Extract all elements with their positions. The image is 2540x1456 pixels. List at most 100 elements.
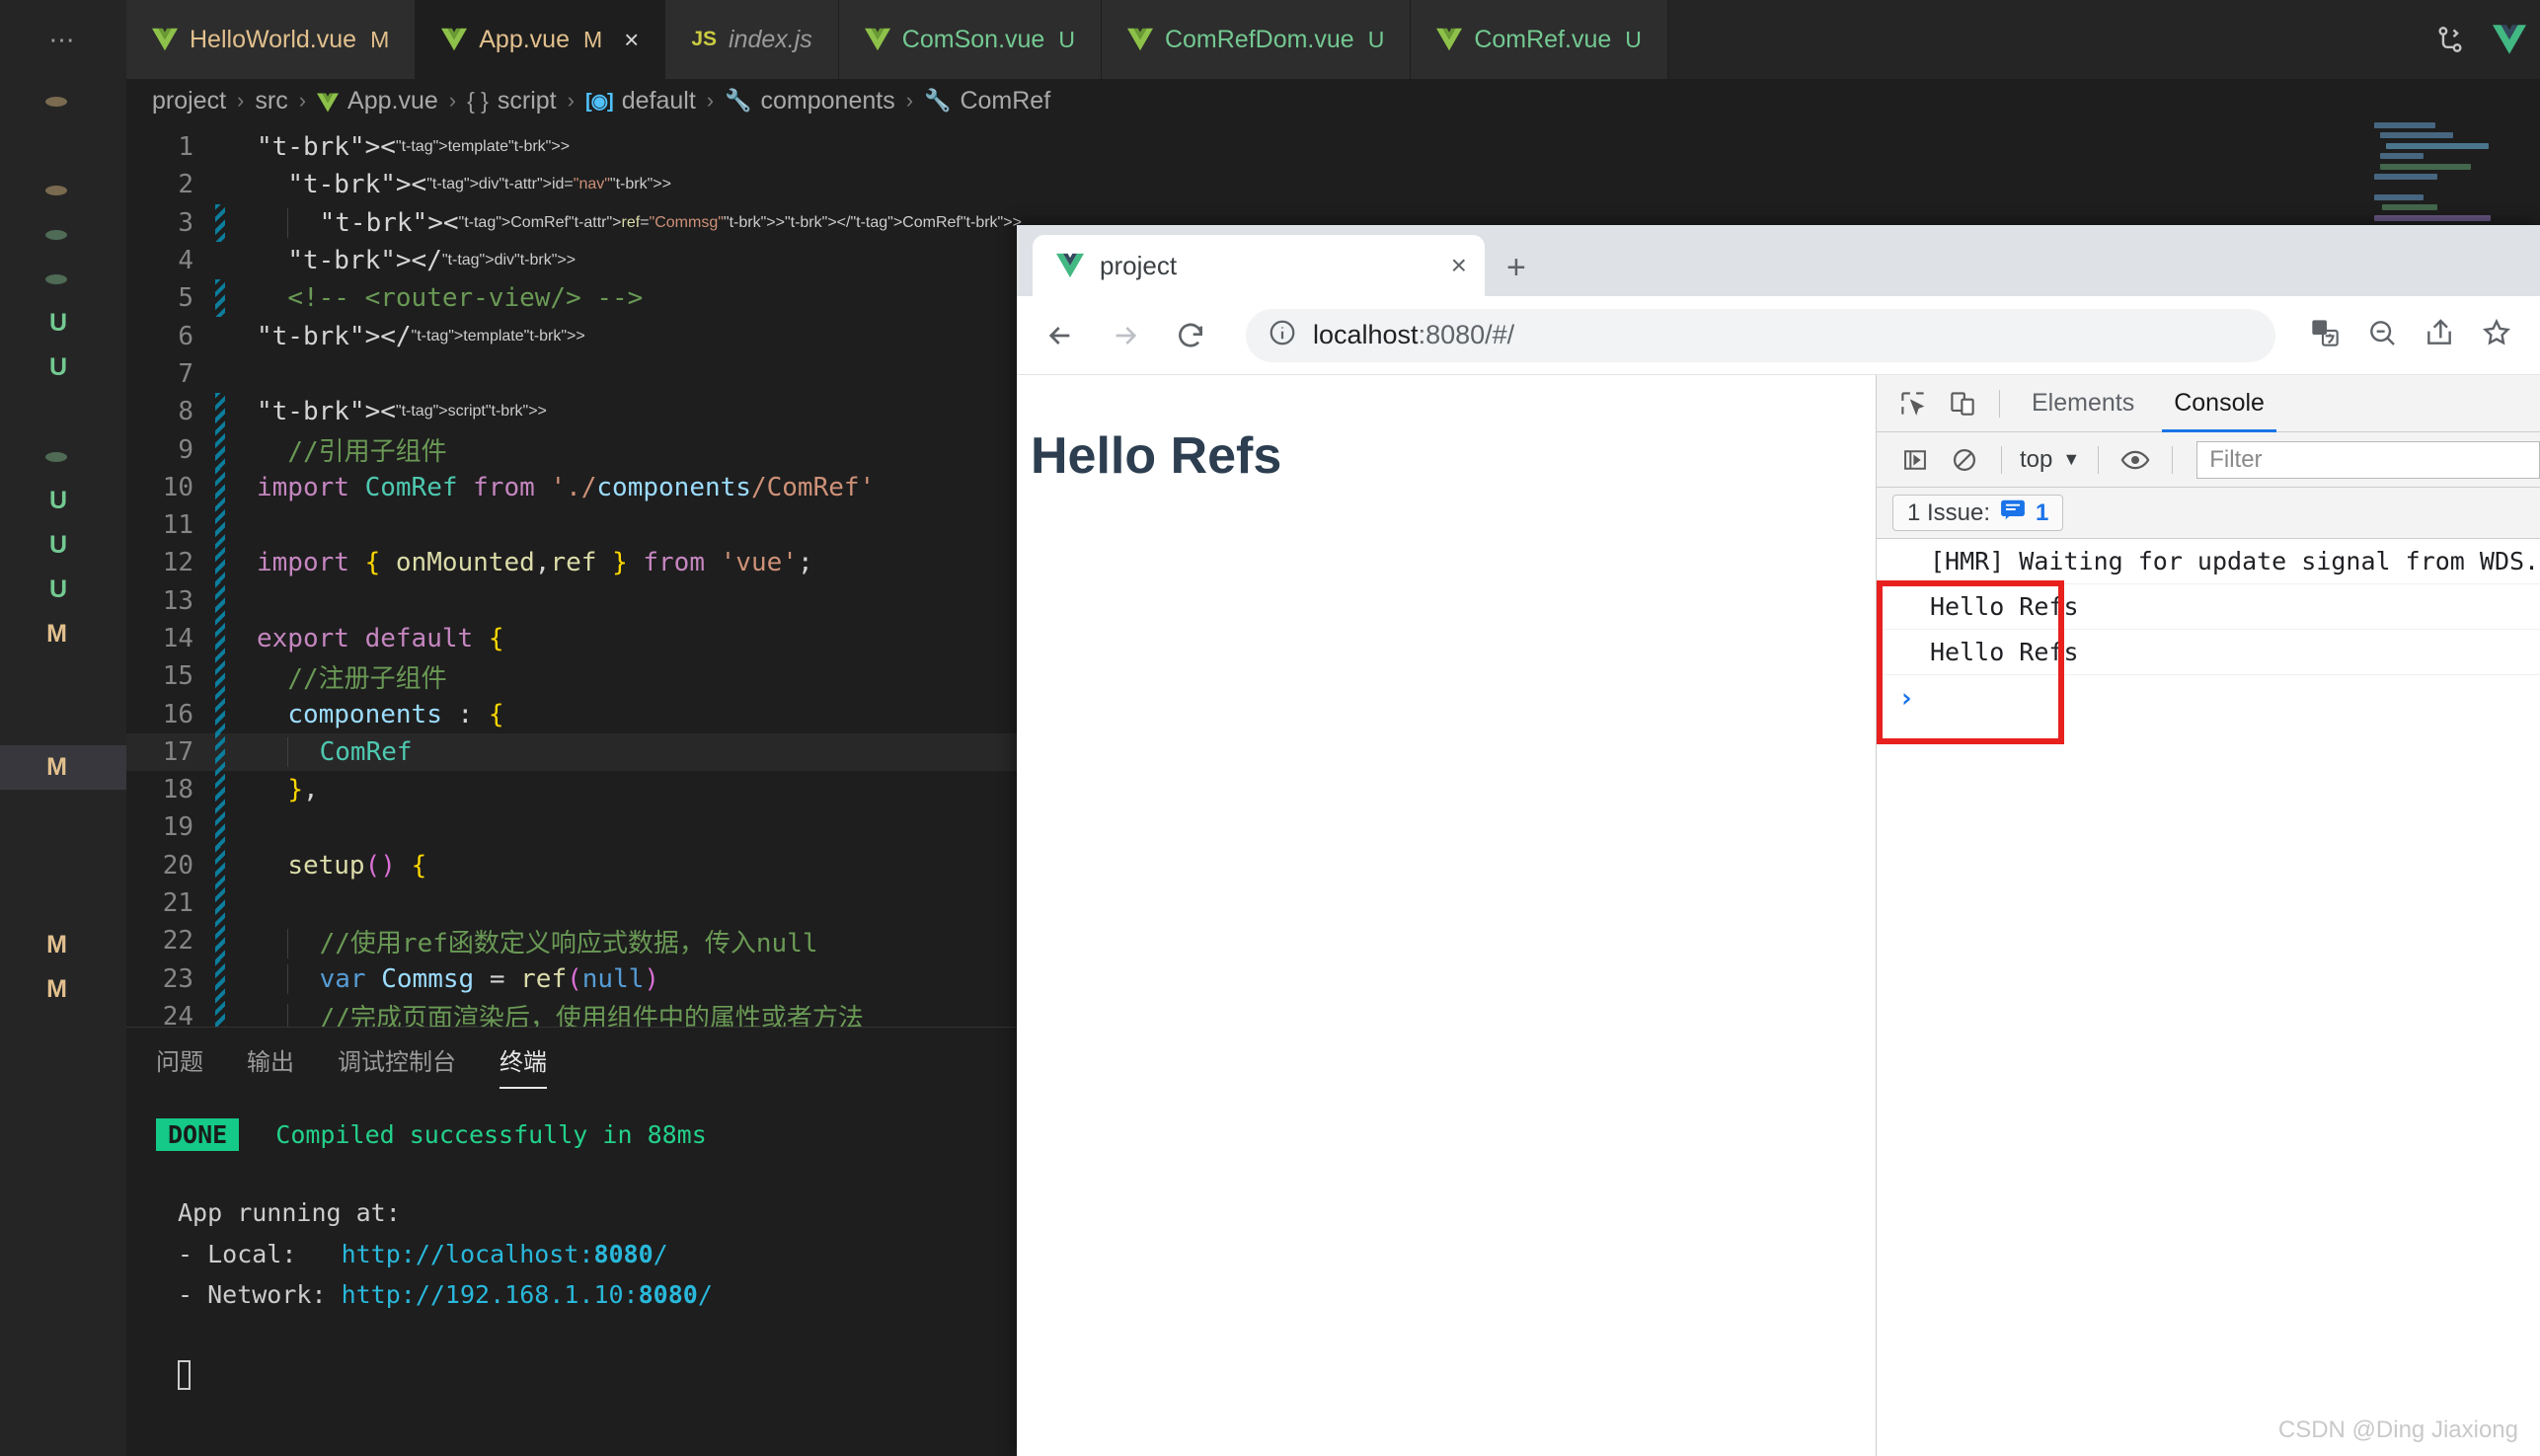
panel-tab-问题[interactable]: 问题 [156, 1042, 203, 1089]
code-line[interactable]: 1"t-brk"><"t-tag">template"t-brk">> [126, 128, 2540, 166]
live-expression-icon[interactable] [2111, 437, 2160, 483]
explorer-row[interactable] [0, 879, 126, 923]
devtools-tab-console[interactable]: Console [2154, 375, 2284, 432]
editor-tab-comrefdom-vue[interactable]: ComRefDom.vueU [1102, 0, 1411, 79]
explorer-row[interactable] [0, 790, 126, 834]
info-icon[interactable] [1268, 318, 1297, 352]
editor-tab-comson-vue[interactable]: ComSon.vueU [839, 0, 1102, 79]
explorer-row[interactable]: U [0, 479, 126, 523]
issues-chip[interactable]: 1 Issue: 1 [1892, 495, 2063, 531]
explorer-row[interactable]: U [0, 568, 126, 612]
back-arrow-icon[interactable] [1039, 314, 1082, 357]
editor-tab-app-vue[interactable]: App.vueM× [416, 0, 665, 79]
breadcrumb-item-default[interactable]: [◉]default [585, 87, 696, 115]
change-indicator [215, 922, 225, 959]
devtools-tabbar: ElementsConsole [1877, 375, 2540, 432]
console-context-selector[interactable]: top ▼ [2014, 446, 2086, 474]
change-indicator [215, 317, 225, 354]
explorer-row[interactable]: U [0, 345, 126, 390]
console-output[interactable]: [HMR] Waiting for update signal from WDS… [1877, 539, 2540, 1456]
breadcrumb-item-project[interactable]: project [152, 87, 226, 115]
terminal-network-label: - Network: [178, 1280, 327, 1309]
devtools-tab-elements[interactable]: Elements [2012, 375, 2154, 432]
breadcrumb-item-comref[interactable]: 🔧ComRef [924, 87, 1050, 115]
address-bar[interactable]: localhost:8080/#/ [1246, 309, 2275, 362]
explorer-row[interactable] [0, 656, 126, 701]
code-line[interactable]: 2 "t-brk"><"t-tag">div "t-attr">id="nav"… [126, 166, 2540, 203]
inspect-element-icon[interactable] [1888, 381, 1938, 426]
bottom-panel: 问题输出调试控制台终端 DONE Compiled successfully i… [126, 1027, 1017, 1456]
devtools-panel: ElementsConsole top ▼ [1876, 375, 2540, 1456]
editor-tab-comref-vue[interactable]: ComRef.vueU [1411, 0, 1668, 79]
breadcrumb-label: default [622, 87, 696, 115]
explorer-row[interactable] [0, 168, 126, 212]
breadcrumb-item-script[interactable]: { }script [467, 87, 557, 115]
editor-tab-index-js[interactable]: JSindex.js [665, 0, 838, 79]
divider [2001, 446, 2002, 474]
change-indicator [215, 204, 225, 242]
translate-icon[interactable]: G [2309, 317, 2341, 353]
breadcrumb-item-app-vue[interactable]: App.vue [317, 87, 438, 115]
explorer-sidebar-gutter[interactable]: UUUUUMMMM [0, 79, 126, 1456]
change-indicator [215, 393, 225, 430]
split-editor-icon[interactable] [2433, 23, 2467, 56]
breadcrumb-item-src[interactable]: src [255, 87, 287, 115]
zoom-out-icon[interactable] [2366, 317, 2398, 353]
explorer-row[interactable]: M [0, 612, 126, 656]
folder-dot-icon [45, 230, 67, 240]
close-icon[interactable]: × [624, 27, 639, 52]
change-indicator [215, 430, 225, 468]
explorer-row[interactable] [0, 257, 126, 301]
code-text: "t-brk"></ [225, 322, 412, 351]
console-input-prompt[interactable]: › [1877, 675, 2540, 722]
terminal-output[interactable]: DONE Compiled successfully in 88ms App r… [126, 1089, 1017, 1397]
editor-tab-label: App.vue [479, 26, 570, 54]
console-context-label: top [2020, 446, 2052, 474]
explorer-row[interactable]: M [0, 967, 126, 1012]
panel-tabs[interactable]: 问题输出调试控制台终端 [126, 1028, 1017, 1089]
console-filter-input[interactable]: Filter [2196, 441, 2540, 479]
explorer-row[interactable] [0, 212, 126, 257]
close-icon[interactable]: × [1451, 250, 1467, 281]
change-indicator [215, 128, 225, 166]
change-indicator [215, 998, 225, 1027]
explorer-row[interactable]: M [0, 923, 126, 967]
clear-console-icon[interactable] [1940, 437, 1989, 483]
editor-tab-helloworld-vue[interactable]: HelloWorld.vueM [126, 0, 416, 79]
bookmark-star-icon[interactable] [2481, 317, 2512, 353]
tab-overflow-button[interactable]: ⋯ [0, 0, 126, 79]
breadcrumb[interactable]: project›src›App.vue›{ }script›[◉]default… [126, 79, 2540, 122]
breadcrumb-item-components[interactable]: 🔧components [725, 87, 895, 115]
code-text: setup() { [225, 851, 426, 881]
panel-tab-调试控制台[interactable]: 调试控制台 [338, 1042, 456, 1089]
share-icon[interactable] [2424, 317, 2455, 353]
chrome-tab-project[interactable]: project × [1033, 235, 1485, 296]
explorer-row[interactable] [0, 79, 126, 123]
code-text: //注册子组件 [225, 658, 447, 695]
explorer-row[interactable] [0, 123, 126, 168]
terminal-network-url[interactable]: http://192.168.1.10:8080/ [342, 1280, 713, 1309]
code-text: <!-- <router-view/> --> [225, 283, 643, 313]
code-text: "t-brk">< [225, 170, 426, 199]
terminal-local-url[interactable]: http://localhost:8080/ [342, 1240, 668, 1268]
vue-preview-icon[interactable] [2493, 25, 2526, 54]
explorer-row[interactable] [0, 701, 126, 745]
explorer-row[interactable] [0, 434, 126, 479]
device-toolbar-icon[interactable] [1938, 381, 1987, 426]
breadcrumb-separator: › [568, 88, 575, 114]
explorer-row[interactable]: U [0, 301, 126, 345]
divider [2098, 446, 2099, 474]
panel-tab-输出[interactable]: 输出 [247, 1042, 294, 1089]
console-sidebar-icon[interactable] [1890, 437, 1940, 483]
reload-icon[interactable] [1169, 314, 1212, 357]
new-tab-button[interactable]: + [1506, 251, 1526, 284]
editor-tab-label: ComRef.vue [1474, 26, 1611, 54]
explorer-row[interactable] [0, 834, 126, 879]
explorer-row[interactable] [0, 390, 126, 434]
explorer-row[interactable]: M [0, 745, 126, 790]
explorer-row[interactable]: U [0, 523, 126, 568]
panel-tab-终端[interactable]: 终端 [500, 1042, 547, 1089]
line-number: 15 [126, 661, 215, 691]
change-indicator [215, 506, 225, 544]
folder-dot-icon [45, 97, 67, 107]
